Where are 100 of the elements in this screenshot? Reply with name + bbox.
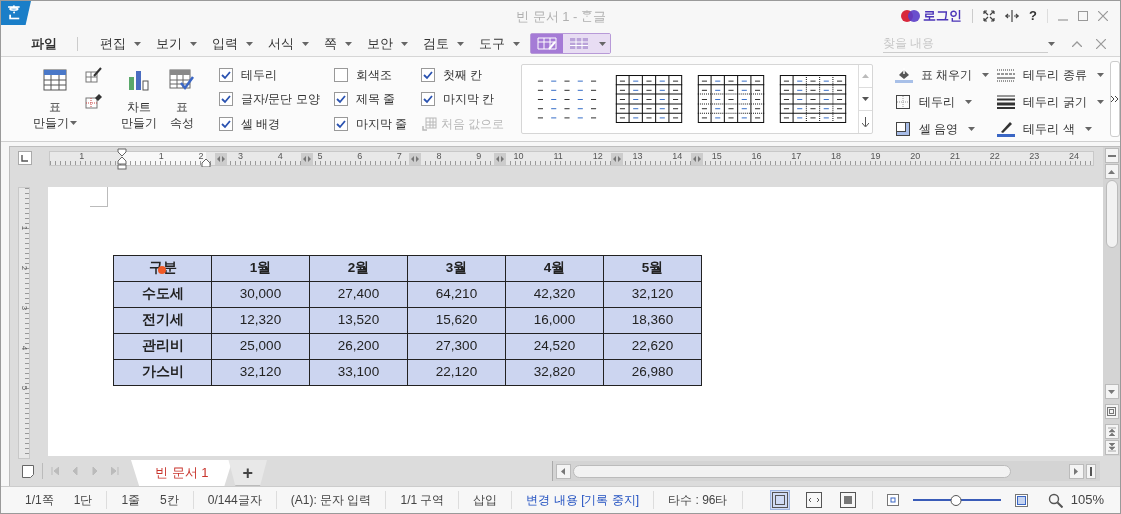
close-icon[interactable] [1096,38,1106,49]
make-chart-button[interactable]: 차트 만들기 [121,57,157,141]
table-header-cell[interactable]: 구분 [113,255,212,282]
new-tab-button[interactable]: + [228,460,267,486]
maximize-icon[interactable] [1078,11,1088,21]
table-cell[interactable]: 64,210 [407,281,506,308]
table-cell[interactable]: 26,980 [603,359,702,386]
table-style-thumbnail[interactable] [778,75,848,123]
checkbox-label[interactable]: 제목 줄 [355,90,395,109]
table-properties-button[interactable]: 표 속성 [169,57,195,141]
scrollbar-thumb[interactable] [573,464,1011,478]
ribbon-tab[interactable] [563,34,595,53]
scroll-up-button[interactable] [1104,164,1119,179]
table-cell[interactable]: 12,320 [211,307,310,334]
scroll-left-button[interactable] [556,463,571,479]
checkbox-label[interactable]: 마지막 줄 [355,114,407,133]
table-cell[interactable]: 13,520 [309,307,408,334]
help-button[interactable]: ? [1029,6,1037,26]
zoom-in-icon[interactable] [1014,493,1028,507]
menu-item[interactable]: 보기 [156,33,197,54]
document-page[interactable]: 구분 1월 2월 3월 4월 5월 수도세 30,000 27,400 64,210 42,320 32,120 전기세 12,320 13,520 15,620 16,000 18,360 관리비 25,000 26,200 27,300 24,520 22,620 가스비 32,120 33,100 22,120 32,820 26,980 [48,187,1103,456]
checkbox[interactable] [333,116,348,131]
table-row-header[interactable]: 수도세 [113,281,212,308]
right-margin-marker-icon[interactable] [201,158,211,167]
track-changes-link[interactable]: 변경 내용 [기록 중지] [526,491,640,509]
table-row-header[interactable]: 전기세 [113,307,212,334]
table-row-header[interactable]: 가스비 [113,359,212,386]
magnifier-icon[interactable] [1047,492,1063,508]
previous-icon[interactable] [1072,40,1082,47]
app-logo[interactable]: ᄒᆞᆫ [1,1,31,25]
scroll-right-button[interactable] [1069,463,1084,479]
table-header-cell[interactable]: 5월 [603,255,702,282]
table-cell[interactable]: 33,100 [309,359,408,386]
checkbox-label[interactable]: 셀 배경 [241,114,281,133]
document-tab[interactable]: 빈 문서 1 [131,460,233,486]
table-cell[interactable]: 24,520 [505,333,604,360]
tool-button[interactable]: 테두리 [895,93,990,111]
zoom-out-icon[interactable] [886,494,899,506]
table-header-cell[interactable]: 3월 [407,255,506,282]
table-cell[interactable]: 42,320 [505,281,604,308]
table-header-cell[interactable]: 1월 [211,255,310,282]
draw-table-icon[interactable] [85,67,103,83]
table-cell[interactable]: 32,120 [211,359,310,386]
table-cell[interactable]: 26,200 [309,333,408,360]
menu-item[interactable]: 도구 [479,33,520,54]
split-view-button[interactable] [1104,148,1119,163]
table-cell[interactable]: 30,000 [211,281,310,308]
erase-table-icon[interactable] [85,93,103,109]
login-link[interactable]: 로그인 [923,6,963,26]
table-cell[interactable]: 22,120 [407,359,506,386]
checkbox[interactable] [333,68,348,83]
table-cell[interactable]: 25,000 [211,333,310,360]
checkbox-label[interactable]: 마지막 칸 [443,90,495,109]
checkbox-label[interactable]: 글자/문단 모양 [241,90,320,109]
checkbox[interactable] [421,68,435,83]
column-marker-icon[interactable] [301,152,313,165]
zoom-slider[interactable] [912,494,1001,506]
make-table-button[interactable]: 표 만들기 [33,57,77,141]
column-marker-icon[interactable] [691,152,703,165]
column-marker-icon[interactable] [215,152,227,165]
vertical-ruler[interactable]: 1 2 3 4 5 [18,187,30,459]
column-marker-icon[interactable] [494,152,506,165]
table-row-header[interactable]: 관리비 [113,333,212,360]
next-page-button[interactable] [1104,440,1119,455]
checkbox[interactable] [333,92,348,107]
zoom-percentage[interactable]: 105% [1070,490,1104,510]
table-header-cell[interactable]: 4월 [505,255,604,282]
checkbox[interactable] [219,116,233,131]
split-handle[interactable] [1086,463,1096,479]
table-cell[interactable]: 27,400 [309,281,408,308]
tool-button[interactable]: 테두리 색 [997,120,1104,138]
tool-button[interactable]: 표 채우기 [895,66,990,84]
table-cell[interactable]: 32,120 [603,281,702,308]
menu-item[interactable]: 입력 [212,33,253,54]
checkbox[interactable] [421,92,435,107]
menu-item[interactable]: 서식 [268,33,309,54]
menu-item[interactable]: 검토 [423,33,464,54]
tool-button[interactable]: 셀 음영 [895,120,990,138]
table-cell[interactable]: 16,000 [505,307,604,334]
checkbox-label[interactable]: 테두리 [241,66,277,85]
view-mode-button[interactable] [803,490,824,510]
table-cell[interactable]: 15,620 [407,307,506,334]
menu-item[interactable]: 쪽 [324,33,352,54]
tool-button[interactable]: 테두리 종류 [997,66,1104,84]
tab-type-icon[interactable] [18,151,32,165]
view-mode-button[interactable] [837,490,858,510]
menu-item[interactable]: 보안 [367,33,408,54]
previous-page-button[interactable] [1104,424,1119,439]
checkbox-label[interactable]: 첫째 칸 [443,66,483,85]
ribbon-tab[interactable] [531,34,563,53]
scrollbar-thumb[interactable] [1105,180,1118,248]
tool-button[interactable]: 테두리 굵기 [997,93,1104,111]
close-icon[interactable] [1098,11,1108,21]
view-mode-button[interactable] [769,490,790,510]
table-style-thumbnail[interactable] [696,75,766,123]
scroll-down-button[interactable] [1104,384,1119,399]
menu-item[interactable]: 편집 [100,33,141,54]
column-marker-icon[interactable] [611,152,623,165]
table-cell[interactable]: 32,820 [505,359,604,386]
menu-item[interactable]: 파일 [31,33,57,54]
